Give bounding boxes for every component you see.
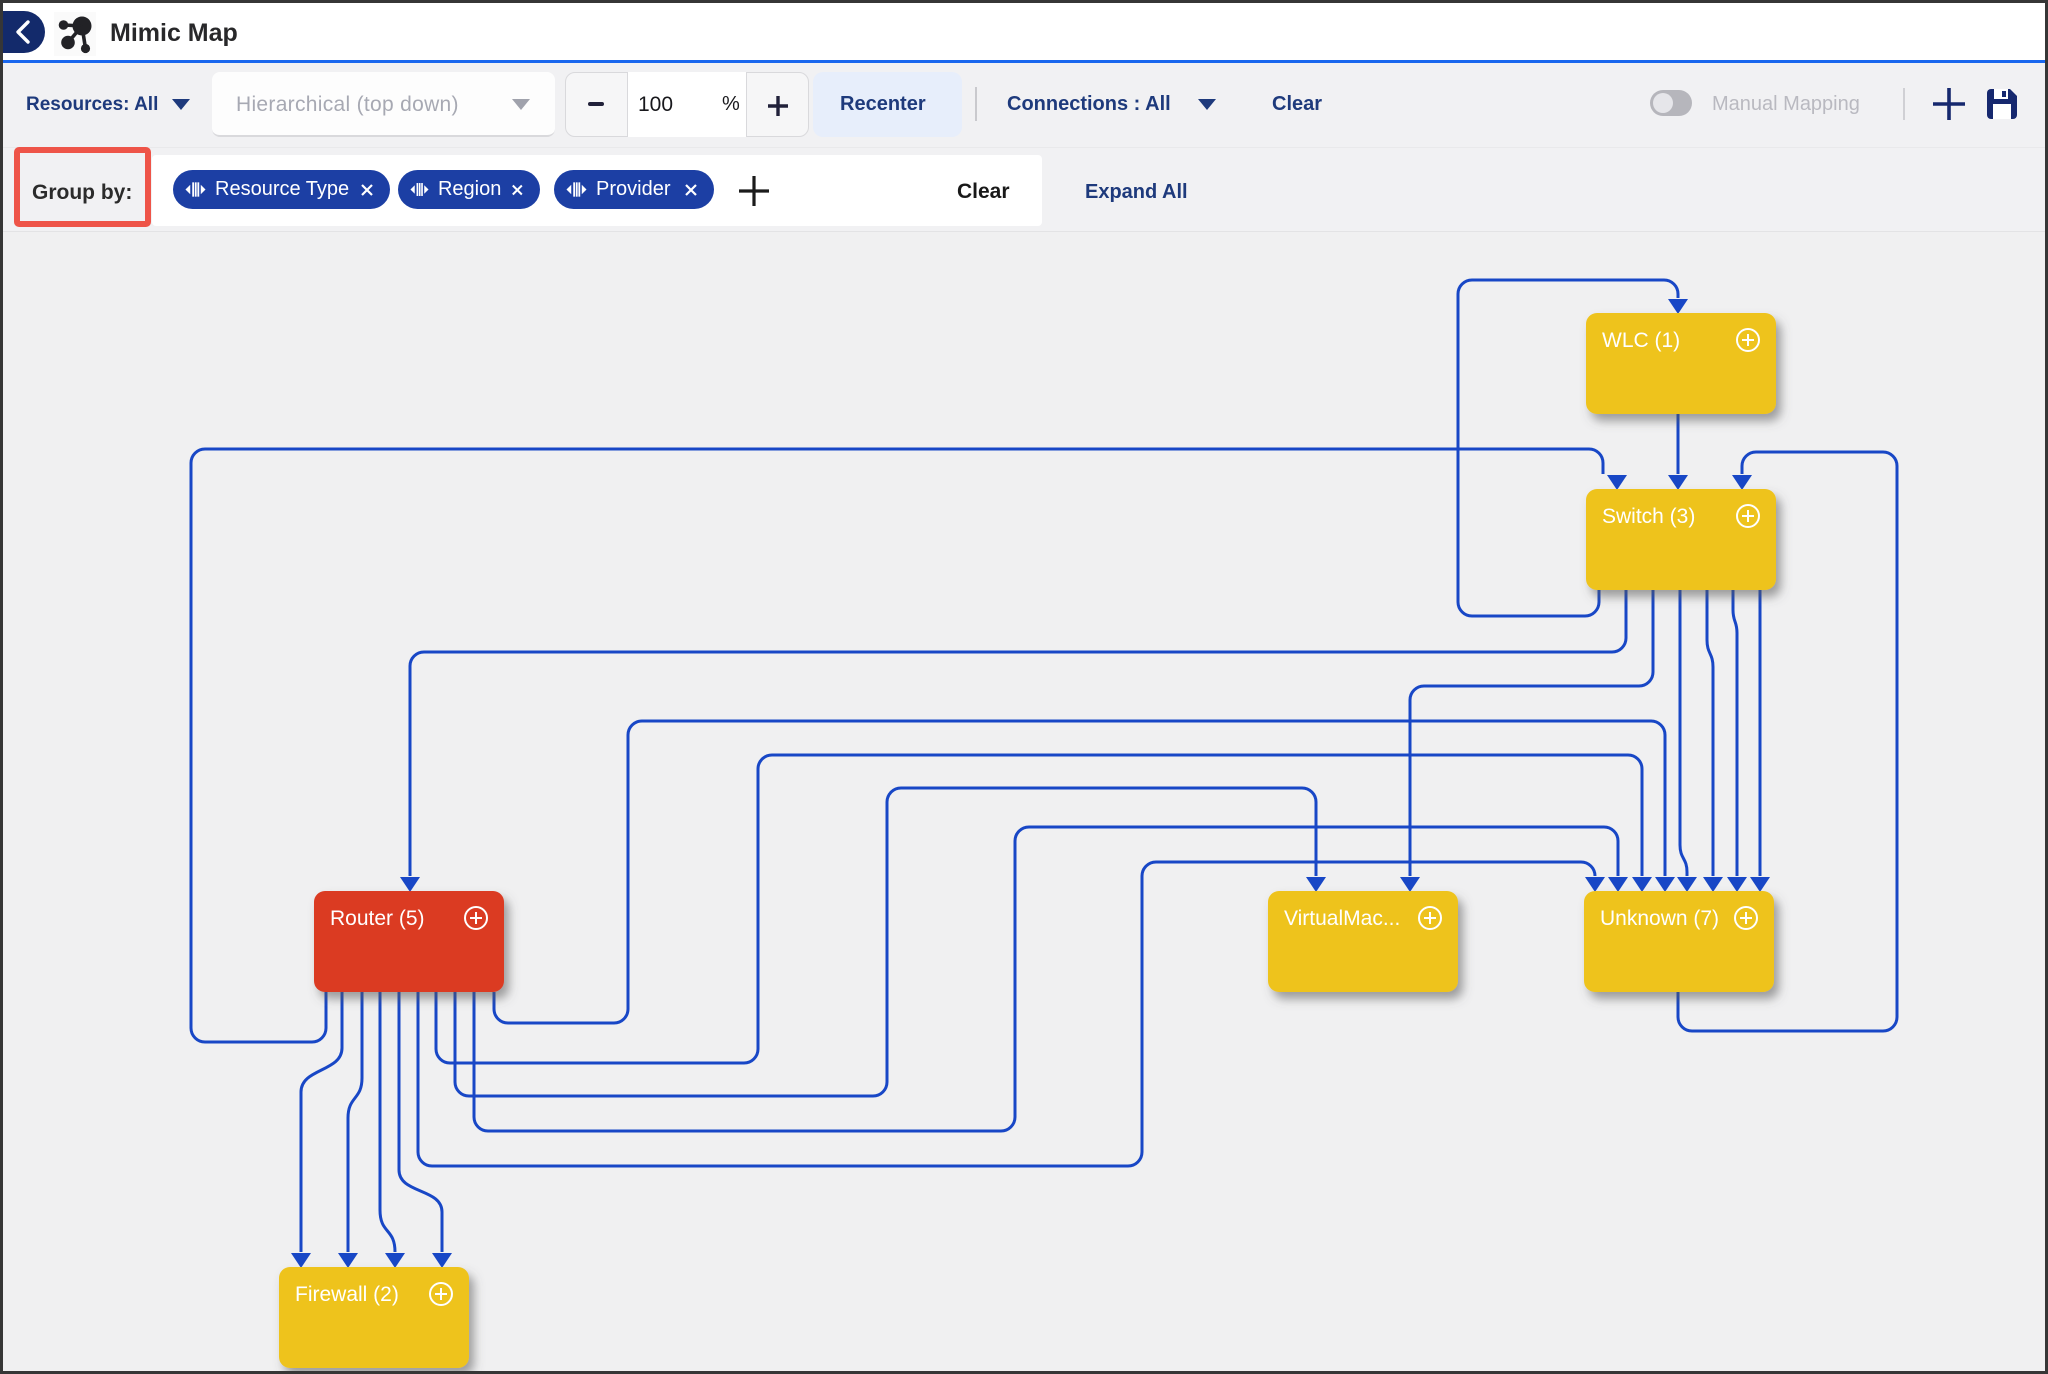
svg-text:Router (5): Router (5) (330, 907, 425, 930)
svg-text:VirtualMac...: VirtualMac... (1284, 907, 1400, 930)
svg-text:Unknown (7): Unknown (7) (1600, 907, 1719, 930)
svg-text:Switch (3): Switch (3) (1602, 505, 1695, 528)
svg-text:Firewall (2): Firewall (2) (295, 1283, 399, 1306)
svg-text:WLC (1): WLC (1) (1602, 329, 1680, 352)
